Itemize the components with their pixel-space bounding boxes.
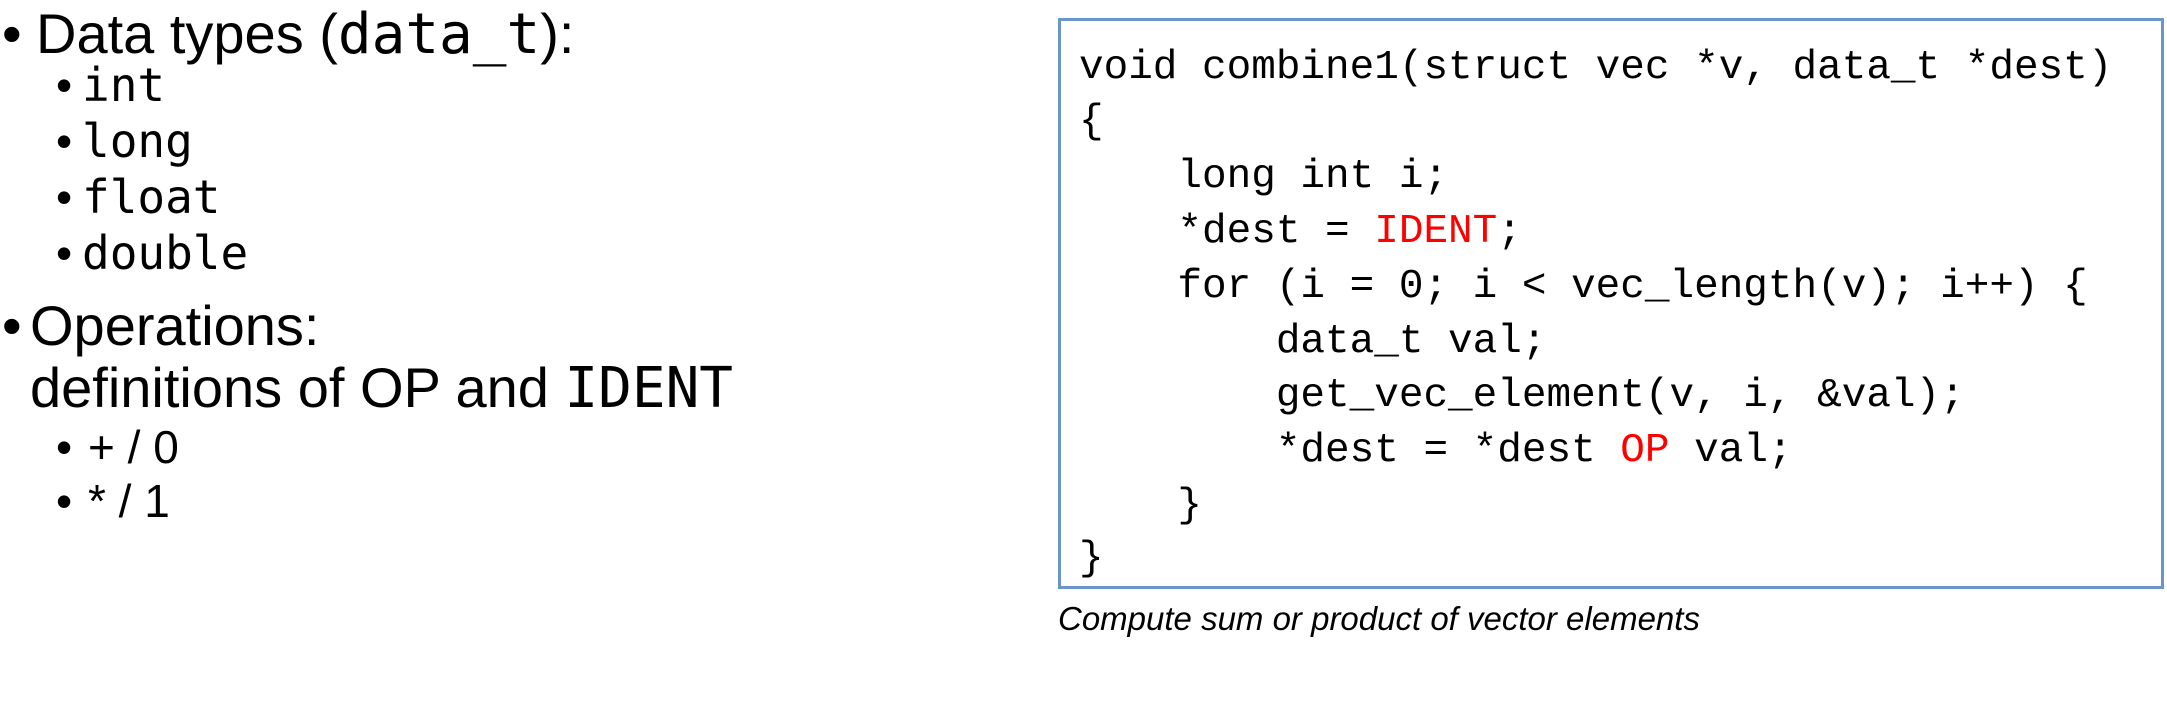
code-line: { (1079, 99, 1104, 145)
code-line: long int i; (1079, 154, 1449, 200)
code-line: *dest = *dest OP val; (1079, 431, 1793, 472)
type-item-double: double (82, 226, 249, 280)
bullet-icon: • (56, 421, 73, 473)
code-line: } (1079, 483, 1203, 529)
code-caption: Compute sum or product of vector element… (1058, 600, 1700, 637)
op-item-product: * / 1 (88, 475, 170, 527)
code-line: get_vec_element(v, i, &val); (1079, 373, 1965, 419)
type-item-float: float (82, 170, 221, 224)
operations-definition: definitions of OP and IDENT (30, 360, 733, 417)
bullet-icon: • (56, 227, 73, 279)
code-line: void combine1(struct vec *v, data_t *des… (1079, 45, 2113, 91)
definition-code: IDENT (564, 356, 734, 421)
code-line: data_t val; (1079, 319, 1547, 365)
ident-keyword: IDENT (1374, 209, 1498, 255)
data-types-heading: Data types (data_t): (36, 6, 574, 63)
code-line: } (1079, 536, 1104, 582)
heading-suffix: ): (540, 2, 575, 65)
code-line: *dest = IDENT; (1079, 209, 1522, 255)
op-keyword: OP (1620, 428, 1670, 474)
bullet-icon: • (2, 294, 22, 357)
definition-text: definitions of OP and (30, 356, 565, 419)
type-item-int: int (82, 58, 166, 112)
bullet-icon: • (56, 59, 73, 111)
bullet-icon: • (56, 115, 73, 167)
operations-heading: Operations: (30, 294, 320, 357)
heading-text: Data types ( (36, 2, 338, 65)
code-block: void combine1(struct vec *v, data_t *des… (1058, 18, 2164, 589)
code-text: ; (1497, 209, 1522, 255)
op-item-sum: + / 0 (88, 421, 179, 473)
bullet-icon: • (56, 475, 73, 527)
code-text: val; (1669, 428, 1793, 474)
code-line: for (i = 0; i < vec_length(v); i++) { (1079, 264, 2088, 310)
type-item-long: long (82, 114, 193, 168)
code-text: *dest = (1079, 209, 1375, 255)
bullet-icon: • (56, 171, 73, 223)
bullet-icon: • (2, 2, 22, 65)
code-text: *dest = *dest (1079, 428, 1621, 474)
heading-code: data_t (337, 2, 541, 67)
